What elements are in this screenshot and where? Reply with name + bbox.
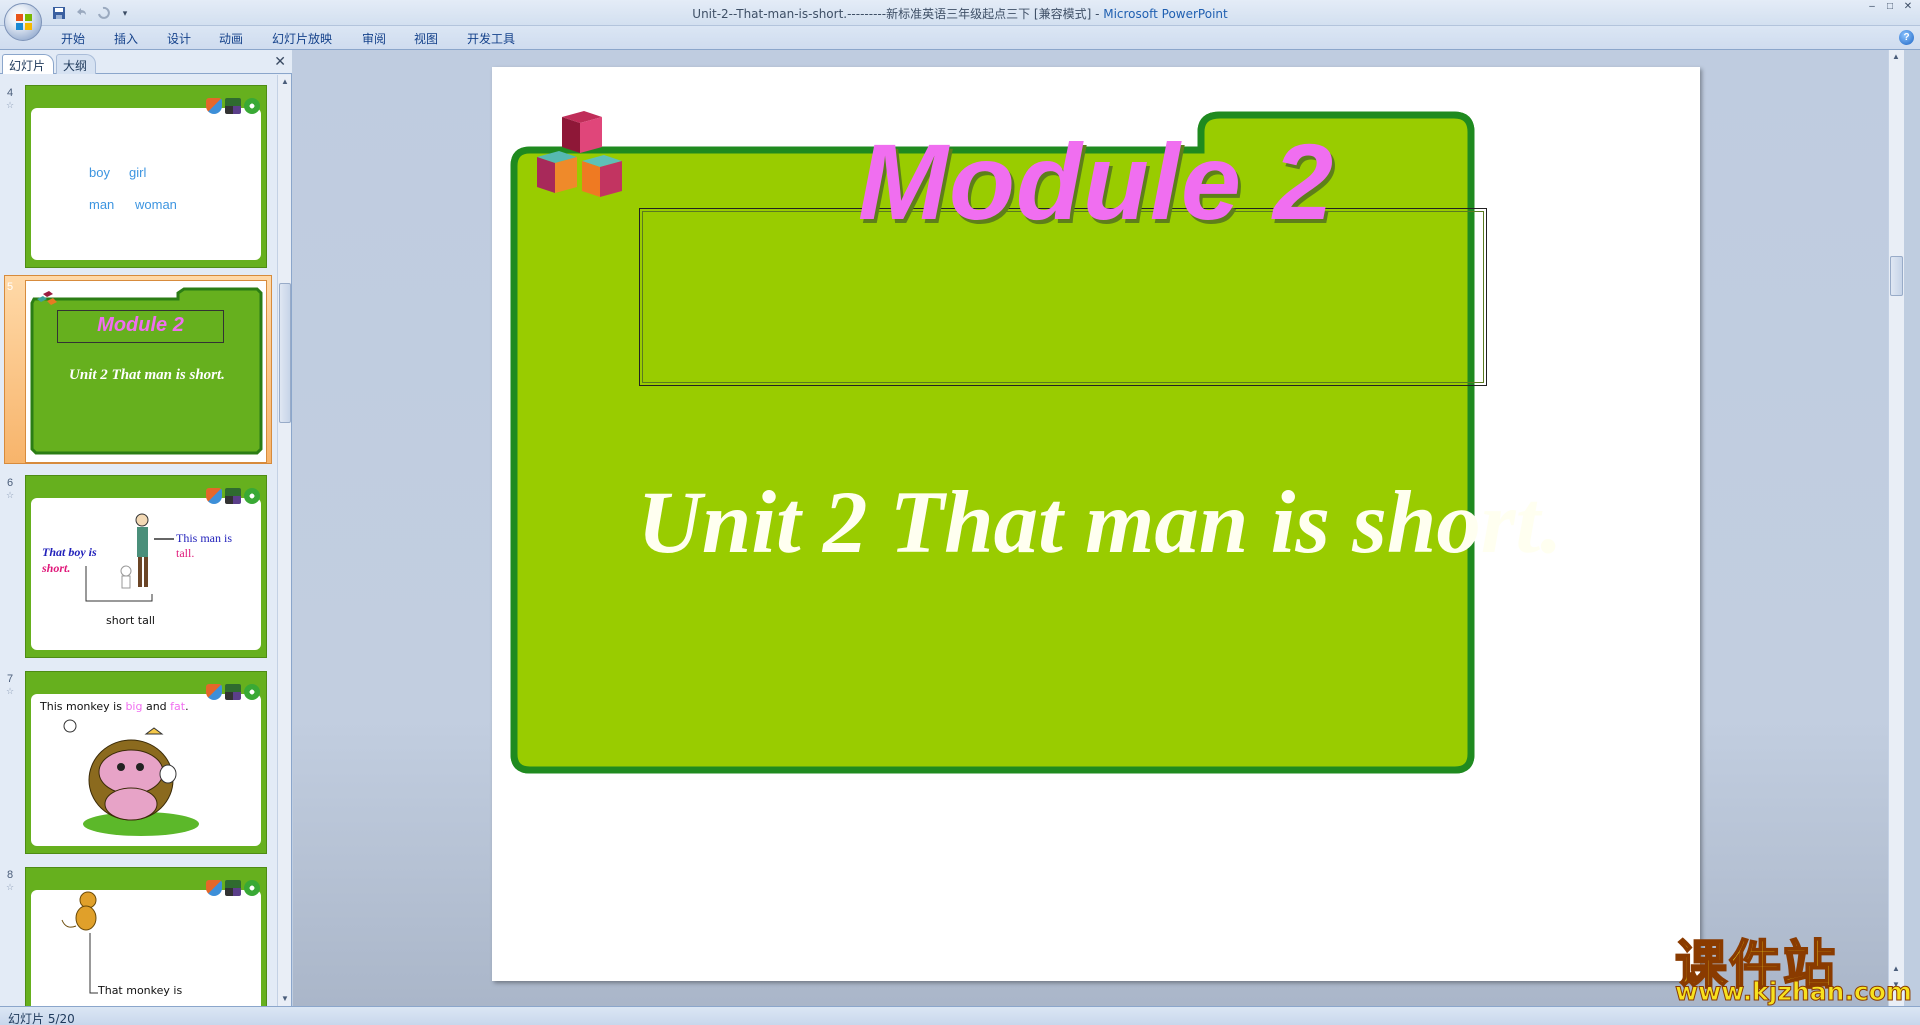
tab-developer[interactable]: 开发工具: [467, 30, 515, 47]
tab-review[interactable]: 审阅: [362, 30, 386, 47]
watermark-logo: 课件站 www.kjzhan.com: [1665, 925, 1913, 1007]
tools-icon: [225, 98, 241, 114]
slide-preview: boy girl man woman: [25, 85, 267, 268]
word-boy: boy: [89, 165, 110, 180]
editor-scrollbar[interactable]: ▲ ▲ ▼: [1888, 50, 1904, 1006]
thumbnail-slide-5[interactable]: 5 Module 2 Unit 2 That man is short.: [0, 275, 276, 465]
tab-home[interactable]: 开始: [61, 30, 85, 47]
slide-preview: Module 2 Unit 2 That man is short.: [25, 280, 267, 463]
slide-title[interactable]: Module 2: [492, 119, 1700, 244]
tab-design[interactable]: 设计: [167, 30, 191, 47]
tab-slideshow[interactable]: 幻灯片放映: [272, 30, 332, 47]
status-bar: 幻灯片 5/20: [0, 1006, 1920, 1025]
thumb-right-text: This man is: [176, 531, 232, 545]
thumbnail-scrollbar[interactable]: ▲ ▼: [277, 75, 291, 1006]
slides-pane: 幻灯片 大纲 ✕ 4 ☆ boy girl man woman 5 Module…: [0, 50, 292, 1006]
transition-star-icon: ☆: [6, 686, 15, 696]
scroll-up-icon[interactable]: ▲: [1890, 50, 1902, 64]
thumbnail-slide-6[interactable]: 6 ☆ That boy is short. This man is tall.: [0, 471, 276, 661]
slide-number: 8: [7, 869, 14, 881]
help-icon[interactable]: ?: [1899, 30, 1914, 45]
window-controls: – □ ✕: [1864, 2, 1916, 14]
thumb-bottom-text: That monkey is: [98, 984, 183, 997]
pane-tabs: 幻灯片 大纲 ✕: [0, 50, 292, 74]
document-title: Unit-2--That-man-is-short.---------新标准英语…: [692, 7, 1104, 21]
thumb-title: Module 2: [97, 314, 184, 336]
flower-icon: [244, 98, 260, 114]
slide-number: 7: [7, 673, 14, 685]
scroll-up-icon[interactable]: ▲: [279, 75, 291, 89]
current-slide[interactable]: Module 2 Unit 2 That man is short.: [492, 67, 1700, 981]
thumbnail-slide-4[interactable]: 4 ☆ boy girl man woman: [0, 75, 276, 268]
transition-star-icon: ☆: [6, 100, 15, 110]
man-and-boy-illustration: [85, 513, 174, 602]
minimize-button[interactable]: –: [1864, 2, 1880, 14]
word-man: man: [89, 197, 115, 212]
slide-counter: 幻灯片 5/20: [8, 1012, 75, 1025]
slide-preview: This monkey is big and fat.: [25, 671, 267, 854]
thumbnail-slide-8[interactable]: 8 ☆ That monkey is: [0, 863, 276, 1006]
thumbnail-slide-7[interactable]: 7 ☆ This monkey is big and fat.: [0, 667, 276, 857]
slide-number: 4: [7, 87, 14, 99]
thumb-subtitle: Unit 2 That man is short.: [69, 367, 225, 383]
close-button[interactable]: ✕: [1900, 2, 1916, 14]
title-bar: ▾ Unit-2--That-man-is-short.---------新标准…: [0, 0, 1920, 26]
slide-preview: That boy is short. This man is tall. sho…: [25, 475, 267, 658]
slide-number: 5: [7, 281, 14, 293]
monkey-illustration: [63, 719, 199, 836]
scrollbar-thumb[interactable]: [279, 283, 291, 423]
toolbar-icons: [206, 98, 260, 114]
tab-outline[interactable]: 大纲: [56, 54, 97, 74]
thumb-bottom-text: short tall: [106, 614, 155, 627]
slide-editor: Module 2 Unit 2 That man is short. ▲ ▲ ▼: [293, 50, 1904, 1006]
shield-icon: [206, 98, 222, 114]
ribbon-tabs: 开始 插入 设计 动画 幻灯片放映 审阅 视图 开发工具 ?: [0, 26, 1920, 50]
thumbnail-list: 4 ☆ boy girl man woman 5 Module 2 Unit 2…: [0, 75, 276, 1006]
scroll-down-icon[interactable]: ▼: [279, 992, 291, 1006]
tab-animations[interactable]: 动画: [219, 30, 243, 47]
slide-number: 6: [7, 477, 14, 489]
tab-insert[interactable]: 插入: [114, 30, 138, 47]
word-girl: girl: [129, 165, 147, 180]
thumb-right-word: tall.: [176, 546, 195, 560]
scrollbar-thumb[interactable]: [1890, 256, 1903, 296]
app-name: Microsoft PowerPoint: [1103, 7, 1228, 21]
office-button[interactable]: [4, 3, 42, 41]
tab-view[interactable]: 视图: [414, 30, 438, 47]
slide-preview: That monkey is: [25, 867, 267, 1006]
office-logo-icon: [16, 14, 32, 30]
maximize-button[interactable]: □: [1882, 2, 1898, 14]
tab-slides[interactable]: 幻灯片: [2, 54, 55, 74]
watermark-url: www.kjzhan.com: [1675, 977, 1913, 1007]
window-title: Unit-2--That-man-is-short.---------新标准英语…: [0, 5, 1920, 22]
transition-star-icon: ☆: [6, 490, 15, 500]
transition-star-icon: ☆: [6, 882, 15, 892]
word-woman: woman: [135, 197, 177, 212]
close-pane-icon[interactable]: ✕: [274, 53, 286, 70]
slide-subtitle[interactable]: Unit 2 That man is short.: [492, 472, 1700, 574]
